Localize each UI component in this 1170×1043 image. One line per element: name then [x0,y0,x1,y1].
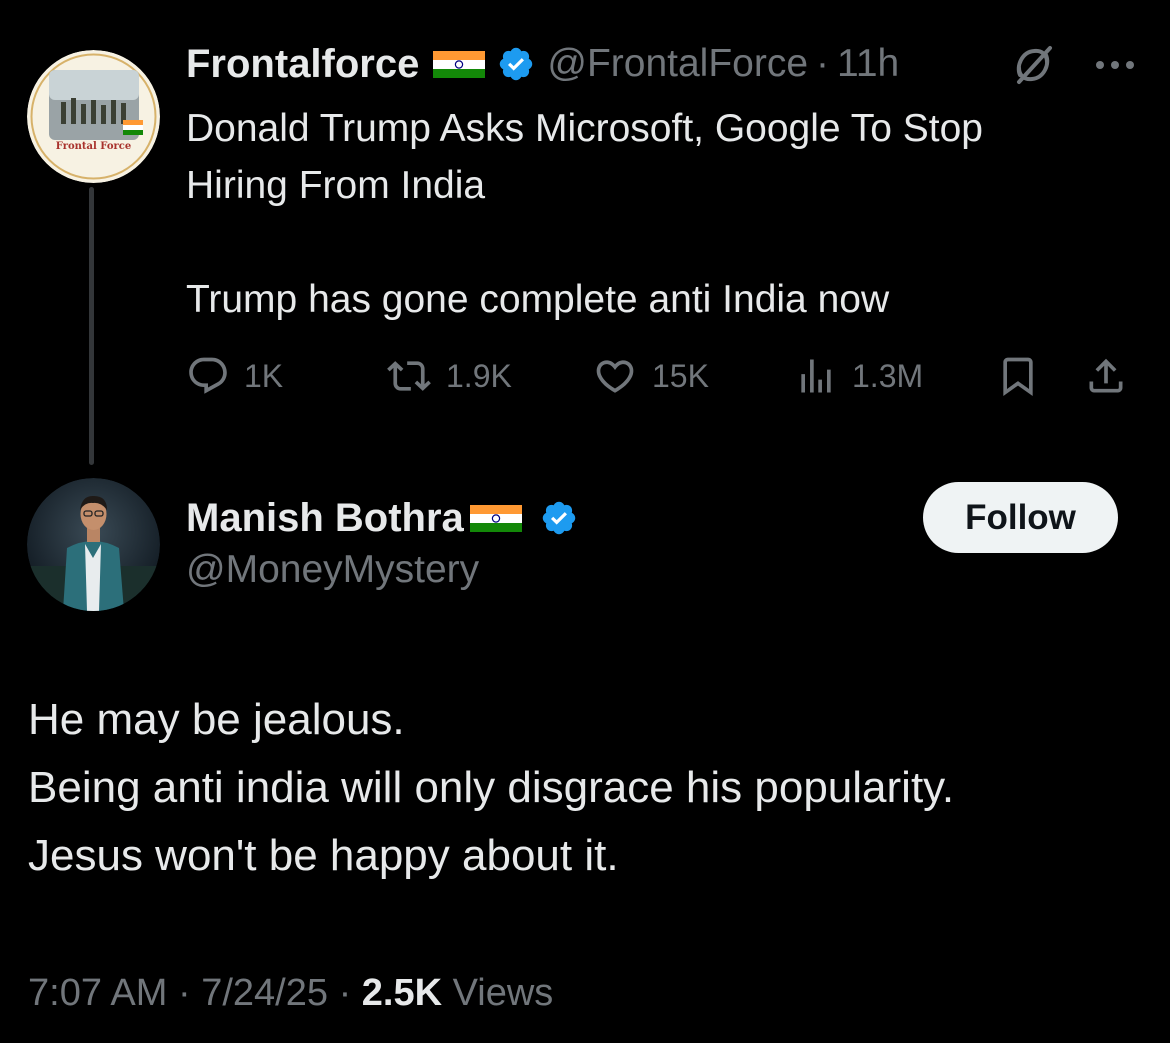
separator-dot: · [177,972,202,1014]
heart-icon [596,360,634,393]
quoted-tweet-text: Donald Trump Asks Microsoft, Google To S… [186,107,983,321]
views-button[interactable]: 1.3M [794,350,923,402]
reply-tweet-text: He may be jealous. Being anti india will… [28,686,1148,890]
grok-icon[interactable] [1010,42,1056,88]
reply-author-row: Manish Bothra [186,492,578,544]
reply-count: 1K [244,357,284,394]
thread-connector-line [89,187,94,465]
separator-dot: · [816,42,830,85]
author-name[interactable]: Frontalforce [186,42,419,87]
views-count[interactable]: 2.5K [362,972,442,1014]
tweet-meta-footer: 7:07 AM · 7/24/25 · 2.5K Views [28,972,553,1015]
tweet-timestamp[interactable]: 7:07 AM [28,972,167,1014]
reply-author-handle[interactable]: @MoneyMystery [186,548,479,592]
separator-dot: · [338,972,362,1014]
india-flag-icon [433,50,486,78]
manish-bothra-avatar[interactable] [27,478,160,611]
reply-author-name[interactable]: Manish Bothra [186,496,464,541]
like-count: 15K [652,357,709,394]
repost-icon [387,361,431,391]
author-handle[interactable]: @FrontalForce [547,42,808,86]
reply-text-line: Being anti india will only disgrace his … [28,763,955,812]
reply-text-line: He may be jealous. [28,695,405,744]
repost-button[interactable]: 1.9K [386,350,512,402]
bookmark-button[interactable] [996,350,1040,402]
share-button[interactable] [1084,350,1128,402]
like-button[interactable]: 15K [592,350,709,402]
engagement-bar: 1K 1.9K 15K 1.3M [186,350,1146,402]
reply-icon [189,357,227,394]
avatar-caption: Frontal Force [55,141,132,152]
views-label: Views [452,972,554,1014]
view-count: 1.3M [852,357,924,394]
tweet-date[interactable]: 7/24/25 [201,972,328,1014]
repost-count: 1.9K [446,357,512,394]
reply-button[interactable]: 1K [186,350,283,402]
more-icon[interactable] [1090,48,1140,82]
quoted-tweet-header: Frontalforce @FrontalForce · 11h [186,38,899,90]
follow-button[interactable]: Follow [923,482,1118,553]
tweet-time[interactable]: 11h [837,42,899,86]
views-chart-icon [801,359,831,393]
share-icon [1089,358,1123,393]
verified-badge-icon[interactable] [497,45,535,83]
bookmark-icon [1003,357,1033,397]
verified-badge-icon[interactable] [540,499,578,537]
india-flag-icon [469,504,522,532]
reply-text-line: Jesus won't be happy about it. [28,831,619,880]
frontalforce-avatar[interactable]: Frontal Force [27,50,160,183]
